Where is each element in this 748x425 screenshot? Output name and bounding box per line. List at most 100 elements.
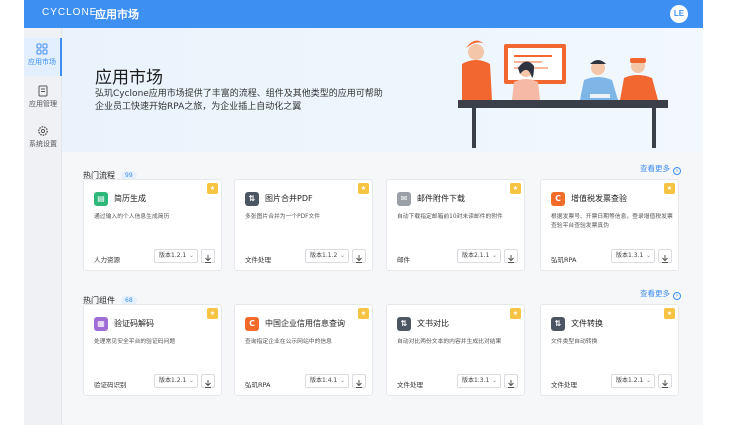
hot-tag-icon: ★ [510, 308, 521, 319]
hot-tag-icon: ★ [358, 308, 369, 319]
hero-banner: 应用市场 弘玑Cyclone应用市场提供了丰富的流程、组件及其他类型的应用可帮助… [62, 28, 703, 152]
version-value: 版本1.3.1 [462, 377, 490, 384]
version-value: 版本1.2.1 [159, 252, 187, 259]
version-value: 版本1.1.2 [310, 252, 338, 259]
app-description: 处理常见安全平台的验证码问题 [94, 339, 176, 345]
app-category: 邮件 [397, 256, 410, 264]
view-more-label: 查看更多 [640, 289, 670, 298]
app-description: 查询指定企业在公示网站中的信息 [245, 339, 332, 345]
version-value: 版本1.3.1 [616, 252, 644, 259]
merge-icon: ⇅ [245, 192, 259, 206]
version-select[interactable]: 版本1.1.2 ⌄ [305, 249, 349, 263]
convert-icon: ⇅ [551, 317, 565, 331]
app-title: 应用市场 [95, 8, 139, 21]
chevron-down-icon: ⌄ [188, 252, 194, 259]
download-button[interactable] [201, 249, 215, 263]
hero-description: 弘玑Cyclone应用市场提供了丰富的流程、组件及其他类型的应用可帮助企业员工快… [95, 89, 383, 112]
app-category: 验证码识别 [94, 381, 127, 389]
app-name: 验证码解码 [114, 319, 154, 328]
version-select[interactable]: 版本2.1.1 ⌄ [457, 249, 501, 263]
view-more-link[interactable]: 查看更多 › [640, 288, 681, 300]
version-select[interactable]: 版本1.2.1 ⌄ [154, 374, 198, 388]
download-icon [662, 380, 668, 388]
app-name: 简历生成 [114, 194, 146, 203]
app-name: 图片合并PDF [265, 194, 313, 203]
sidebar-item-label: 应用管理 [29, 100, 57, 108]
app-card[interactable]: C 增值税发票查验 ★ 根据发票号、开票日期等信息，登录增值税发票查验平台查验发… [540, 179, 679, 271]
sidebar-item-system-settings[interactable]: 系统设置 [24, 120, 62, 158]
download-icon [205, 380, 211, 388]
app-description: 根据发票号、开票日期等信息，登录增值税发票查验平台查验发票真伪 [551, 214, 673, 229]
download-button[interactable] [352, 249, 366, 263]
user-avatar[interactable]: LE [670, 5, 688, 23]
download-button[interactable] [201, 374, 215, 388]
gear-icon [38, 126, 48, 136]
chevron-down-icon: ⌄ [645, 377, 651, 384]
resume-icon: ▤ [94, 192, 108, 206]
sidebar-item-label: 系统设置 [29, 140, 57, 148]
download-button[interactable] [352, 374, 366, 388]
app-category: 文件处理 [245, 256, 271, 264]
download-icon [356, 255, 362, 263]
hot-tag-icon: ★ [358, 183, 369, 194]
hot-tag-icon: ★ [207, 183, 218, 194]
app-card[interactable]: ⇅ 图片合并PDF ★ 多张图片合并为一个PDF文件 文件处理 版本1.1.2 ⌄ [234, 179, 373, 271]
app-card[interactable]: ✉ 邮件附件下载 ★ 自动下载指定邮箱前10封未读邮件的附件 邮件 版本2.1.… [386, 179, 525, 271]
app-name: 增值税发票查验 [571, 194, 627, 203]
sidebar: 应用市场 应用管理 系统设置 [24, 28, 62, 425]
brand-logo[interactable]: CYCLONE [42, 7, 97, 18]
version-select[interactable]: 版本1.2.1 ⌄ [154, 249, 198, 263]
download-button[interactable] [658, 249, 672, 263]
app-card[interactable]: ⇅ 文书对比 ★ 自动对比两份文本的内容并生成比对结果 文件处理 版本1.3.1… [386, 304, 525, 396]
version-select[interactable]: 版本1.4.1 ⌄ [305, 374, 349, 388]
app-name: 邮件附件下载 [417, 194, 465, 203]
app-card[interactable]: C 中国企业信用信息查询 ★ 查询指定企业在公示网站中的信息 弘玑RPA 版本1… [234, 304, 373, 396]
chevron-down-icon: ⌄ [339, 252, 345, 259]
download-icon [508, 380, 514, 388]
chevron-down-icon: ⌄ [491, 252, 497, 259]
top-bar: CYCLONE 应用市场 LE [24, 0, 703, 28]
page-title: 应用市场 [95, 68, 163, 88]
app-description: 通过输入的个人信息生成简历 [94, 214, 170, 220]
arrow-right-icon: › [673, 167, 681, 175]
download-button[interactable] [658, 374, 672, 388]
sidebar-item-app-management[interactable]: 应用管理 [24, 80, 62, 118]
download-button[interactable] [504, 374, 518, 388]
chevron-down-icon: ⌄ [339, 377, 345, 384]
sidebar-item-app-market[interactable]: 应用市场 [24, 38, 62, 76]
view-more-label: 查看更多 [640, 164, 670, 173]
hot-tag-icon: ★ [207, 308, 218, 319]
version-select[interactable]: 版本1.3.1 ⌄ [457, 374, 501, 388]
app-category: 弘玑RPA [551, 256, 577, 264]
c-letter-icon: C [245, 317, 259, 331]
app-category: 人力资源 [94, 256, 120, 264]
chevron-down-icon: ⌄ [188, 377, 194, 384]
mail-icon: ✉ [397, 192, 411, 206]
version-select[interactable]: 版本1.3.1 ⌄ [611, 249, 655, 263]
grid-icon [36, 43, 48, 55]
c-letter-icon: C [551, 192, 565, 206]
download-icon [205, 255, 211, 263]
app-card[interactable]: ⇅ 文件转换 ★ 文件类型自动转换 文件处理 版本1.2.1 ⌄ [540, 304, 679, 396]
app-name: 中国企业信用信息查询 [265, 319, 345, 328]
view-more-link[interactable]: 查看更多 › [640, 163, 681, 175]
app-name: 文书对比 [417, 319, 449, 328]
hot-tag-icon: ★ [510, 183, 521, 194]
version-value: 版本1.2.1 [616, 377, 644, 384]
download-icon [356, 380, 362, 388]
app-description: 自动下载指定邮箱前10封未读邮件的附件 [397, 214, 503, 220]
team-illustration [458, 40, 668, 148]
version-value: 版本1.4.1 [310, 377, 338, 384]
chevron-down-icon: ⌄ [645, 252, 651, 259]
download-icon [662, 255, 668, 263]
download-button[interactable] [504, 249, 518, 263]
app-category: 文件处理 [397, 381, 423, 389]
app-description: 多张图片合并为一个PDF文件 [245, 214, 321, 220]
app-card[interactable]: ▦ 验证码解码 ★ 处理常见安全平台的验证码问题 验证码识别 版本1.2.1 ⌄ [83, 304, 222, 396]
version-value: 版本1.2.1 [159, 377, 187, 384]
app-card[interactable]: ▤ 简历生成 ★ 通过输入的个人信息生成简历 人力资源 版本1.2.1 ⌄ [83, 179, 222, 271]
document-icon [38, 85, 48, 97]
hot-tag-icon: ★ [664, 183, 675, 194]
version-select[interactable]: 版本1.2.1 ⌄ [611, 374, 655, 388]
app-description: 自动对比两份文本的内容并生成比对结果 [397, 339, 502, 345]
